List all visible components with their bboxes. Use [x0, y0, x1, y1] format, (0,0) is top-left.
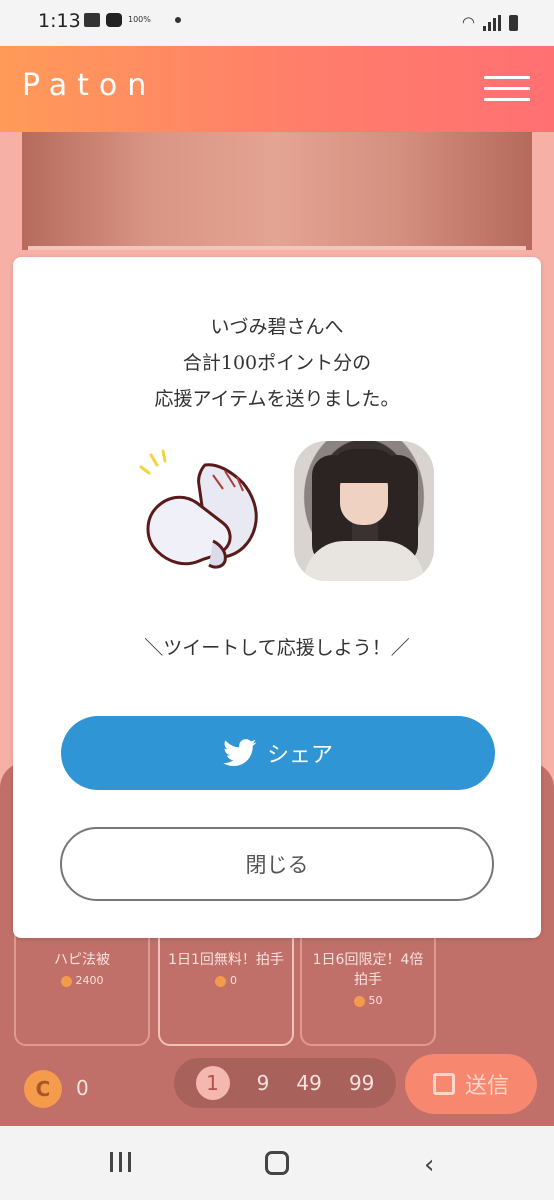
quantity-option[interactable]: 1 — [195, 1066, 230, 1100]
tweet-prompt: ＼ツイートして応援しよう！／ — [144, 637, 410, 659]
support-sent-dialog: いづみ碧さんへ 合計100ポイント分の 応援アイテムを送りました。 ＼ツイートし… — [13, 257, 541, 938]
status-time: 1:13 — [38, 10, 81, 32]
twitter-share-button[interactable]: シェア — [61, 716, 495, 790]
send-bar: C 0 1 9 49 99 送信 — [0, 1050, 554, 1126]
message-recipient: いづみ碧さんへ — [210, 316, 344, 338]
dialog-message: いづみ碧さんへ 合計100ポイント分の 応援アイテムを送りました。 — [13, 309, 541, 417]
message-sent: 応援アイテムを送りました。 — [154, 388, 400, 410]
menu-icon[interactable] — [484, 76, 530, 102]
message-points: 合計100ポイント分の — [182, 352, 372, 374]
wifi-icon: ◠ — [461, 13, 475, 31]
item-price: 50 — [302, 994, 434, 1007]
recent-apps-icon[interactable] — [110, 1152, 131, 1172]
item-name: 1日1回無料！拍手 — [168, 952, 284, 968]
status-bar: 1:13 100% ◠ — [0, 0, 554, 46]
system-navigation-bar: ‹ — [0, 1126, 554, 1200]
app-logo[interactable]: Paton — [22, 68, 156, 103]
quantity-option[interactable]: 9 — [257, 1071, 270, 1095]
coin-icon — [215, 975, 226, 987]
twitter-bird-icon — [223, 739, 257, 767]
banner-divider — [28, 246, 526, 250]
item-price: 0 — [160, 974, 292, 987]
coin-balance-icon: C — [24, 1070, 62, 1108]
more-notifications-dot-icon — [174, 17, 181, 23]
system-icons: ◠ — [462, 13, 518, 31]
send-label: 送信 — [464, 1074, 509, 1099]
share-label: シェア — [266, 743, 333, 768]
clapping-hands-icon — [139, 449, 258, 569]
coin-icon — [60, 975, 72, 987]
app-header: Paton — [0, 46, 554, 132]
coin-balance: 0 — [76, 1076, 89, 1100]
quantity-selector: 1 9 49 99 — [174, 1058, 396, 1108]
close-label: 閉じる — [245, 853, 309, 877]
recipient-avatar — [294, 441, 434, 581]
quantity-option[interactable]: 49 — [296, 1071, 321, 1095]
profile-photo-banner — [22, 132, 532, 250]
upload-progress-label: 100% — [128, 15, 151, 24]
signal-icon — [483, 15, 501, 31]
home-icon[interactable] — [265, 1151, 289, 1175]
battery-icon — [509, 15, 518, 31]
item-name: 1日6回限定！4倍拍手 — [312, 952, 424, 988]
gift-icon — [432, 1073, 455, 1095]
send-button[interactable]: 送信 — [405, 1054, 537, 1114]
item-price: 2400 — [16, 974, 148, 987]
coin-icon — [353, 995, 365, 1007]
close-button[interactable]: 閉じる — [60, 827, 494, 901]
quantity-option[interactable]: 99 — [349, 1071, 374, 1095]
image-notification-icon — [84, 13, 100, 27]
back-icon[interactable]: ‹ — [424, 1150, 434, 1180]
youtube-notification-icon — [106, 13, 122, 27]
item-name: ハピ法被 — [54, 952, 110, 968]
notification-icons: 100% — [84, 13, 181, 27]
